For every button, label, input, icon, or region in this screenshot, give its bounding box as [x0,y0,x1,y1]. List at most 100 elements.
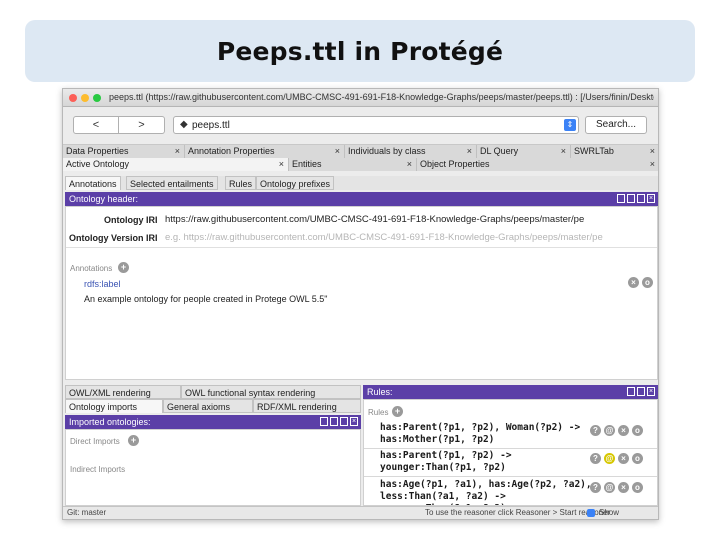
minimize-window-icon[interactable] [81,94,89,102]
close-icon[interactable]: × [335,145,340,158]
float-view-icon[interactable] [637,194,645,203]
imports-content: Direct Imports + Indirect Imports [65,429,361,506]
close-icon[interactable]: × [175,145,180,158]
delete-annotation-icon[interactable]: × [628,277,639,288]
ontology-subtabs: Annotations Selected entailments Rules O… [65,176,658,190]
rule-delete-icon[interactable]: × [618,425,629,436]
address-dropdown-icon[interactable]: ⇕ [564,119,576,131]
tab-entities[interactable]: Entities × [289,158,417,171]
split-view-icon[interactable] [330,417,338,426]
ontology-iri-field[interactable]: https://raw.githubusercontent.com/UMBC-C… [165,214,657,225]
rule-edit-icon[interactable]: o [632,482,643,493]
tab-swrltab[interactable]: SWRLTab × [571,145,658,158]
tab-owl-functional-syntax[interactable]: OWL functional syntax rendering [181,385,361,399]
git-status: Git: master [67,508,107,517]
rule-annotate-icon[interactable]: @ [604,425,615,436]
tab-individuals-by-class[interactable]: Individuals by class × [345,145,477,158]
tab-label: Annotation Properties [188,146,275,156]
split-view-icon[interactable] [627,387,635,396]
zoom-window-icon[interactable] [93,94,101,102]
rule-item[interactable]: has:Parent(?p1, ?p2) -> younger:Than(?p1… [380,450,512,474]
tab-ontology-imports[interactable]: Ontology imports [65,399,163,413]
annotation-value: An example ontology for people created i… [84,294,328,304]
subtab-rules[interactable]: Rules [225,176,257,190]
slide-title: Peeps.ttl in Protégé [216,36,504,66]
add-rule-icon[interactable]: + [392,406,403,417]
ontology-header-title: Ontology header: [69,194,139,204]
edit-annotation-icon[interactable]: o [642,277,653,288]
tab-active-ontology[interactable]: Active Ontology × [63,158,289,171]
imported-ontologies-title: Imported ontologies: [69,417,151,427]
ontology-version-iri-field[interactable]: e.g. https://raw.githubusercontent.com/U… [165,232,657,243]
window-title: peeps.ttl (https://raw.githubusercontent… [109,92,654,102]
ontology-diamond-icon: ◆ [180,119,188,130]
rule-divider [364,476,657,477]
rule-item[interactable]: has:Parent(?p1, ?p2), Woman(?p2) -> has:… [380,422,580,446]
close-icon[interactable]: × [279,158,284,171]
rule-item[interactable]: has:Age(?p1, ?a1), has:Age(?p2, ?a2), le… [380,479,592,505]
search-button[interactable]: Search... [585,116,647,134]
imported-ontologies-bar: Imported ontologies: × [65,415,361,429]
close-view-icon[interactable]: × [647,194,655,203]
pin-view-icon[interactable] [617,194,625,203]
reasoner-hint: To use the reasoner click Reasoner > Sta… [425,508,611,517]
close-icon[interactable]: × [467,145,472,158]
rule-help-icon[interactable]: ? [590,425,601,436]
rule-annotate-icon[interactable]: @ [604,482,615,493]
ontology-iri-label: Ontology IRI [104,215,158,225]
tab-row-2: Active Ontology × Entities × Object Proper… [63,158,658,171]
close-window-icon[interactable] [69,94,77,102]
subtab-selected-entailments[interactable]: Selected entailments [126,176,218,190]
indirect-imports-label: Indirect Imports [70,465,126,474]
tab-general-axioms[interactable]: General axioms [163,399,253,413]
close-icon[interactable]: × [650,158,655,171]
rules-header-title: Rules: [367,387,393,397]
tab-object-properties[interactable]: Object Properties × [417,158,658,171]
address-field[interactable]: ◆ peeps.ttl ⇕ [173,116,579,134]
tab-row-1: Data Properties × Annotation Properties × … [63,145,658,158]
tab-label: DL Query [480,146,519,156]
add-direct-import-icon[interactable]: + [128,435,139,446]
rule-help-icon[interactable]: ? [590,482,601,493]
show-inferences-checkbox[interactable] [587,509,595,517]
close-view-icon[interactable]: × [647,387,655,396]
tab-label: Entities [292,159,322,169]
close-icon[interactable]: × [650,145,655,158]
annotations-label: Annotations [70,264,113,273]
tab-label: Data Properties [66,146,129,156]
toolbar: < > ◆ peeps.ttl ⇕ Search... [63,107,658,145]
rule-annotate-icon[interactable]: @ [604,453,615,464]
close-icon[interactable]: × [561,145,566,158]
slide-title-box: Peeps.ttl in Protégé [25,20,695,82]
annotation-property[interactable]: rdfs:label [84,279,121,289]
split-view-icon[interactable] [627,194,635,203]
bottom-left-tabs-a: OWL/XML rendering OWL functional syntax … [65,385,361,399]
bottom-left-tabs-b: Ontology imports General axioms RDF/XML … [65,399,361,413]
rule-help-icon[interactable]: ? [590,453,601,464]
close-icon[interactable]: × [407,158,412,171]
tab-data-properties[interactable]: Data Properties × [63,145,185,158]
forward-button[interactable]: > [119,116,165,134]
float-view-icon[interactable] [340,417,348,426]
tab-dl-query[interactable]: DL Query × [477,145,571,158]
tab-owl-xml-rendering[interactable]: OWL/XML rendering [65,385,181,399]
subtab-annotations[interactable]: Annotations [65,176,121,190]
add-annotation-icon[interactable]: + [118,262,129,273]
rule-edit-icon[interactable]: o [632,425,643,436]
tab-label: Individuals by class [348,146,426,156]
rules-view-controls: × [627,387,655,397]
float-view-icon[interactable] [637,387,645,396]
tab-label: Active Ontology [66,159,130,169]
rule-delete-icon[interactable]: × [618,453,629,464]
close-view-icon[interactable]: × [350,417,358,426]
tab-annotation-properties[interactable]: Annotation Properties × [185,145,345,158]
rule-delete-icon[interactable]: × [618,482,629,493]
window-titlebar: peeps.ttl (https://raw.githubusercontent… [63,89,658,107]
ontology-version-iri-label: Ontology Version IRI [69,233,158,243]
back-button[interactable]: < [73,116,119,134]
tab-label: Object Properties [420,159,490,169]
tab-rdf-xml-rendering[interactable]: RDF/XML rendering [253,399,361,413]
rule-edit-icon[interactable]: o [632,453,643,464]
subtab-ontology-prefixes[interactable]: Ontology prefixes [256,176,335,190]
pin-view-icon[interactable] [320,417,328,426]
